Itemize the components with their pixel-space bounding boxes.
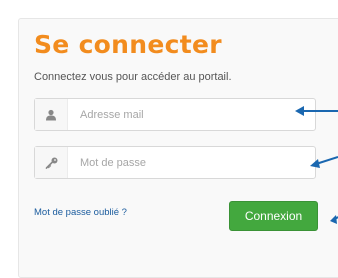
page-subtitle: Connectez vous pour accéder au portail. <box>34 71 232 83</box>
forgot-password-link[interactable]: Mot de passe oublié ? <box>34 207 127 218</box>
email-field[interactable] <box>34 98 316 131</box>
page-title: Se connecter <box>34 30 222 59</box>
password-field[interactable] <box>34 146 316 179</box>
arrow-left-icon <box>295 106 338 116</box>
email-input[interactable] <box>78 107 312 122</box>
login-button[interactable]: Connexion <box>229 201 318 231</box>
arrow-left-icon <box>330 215 338 224</box>
password-input[interactable] <box>78 155 312 170</box>
arrow-left-icon <box>310 156 338 168</box>
key-icon <box>35 147 68 178</box>
user-icon <box>35 99 68 130</box>
